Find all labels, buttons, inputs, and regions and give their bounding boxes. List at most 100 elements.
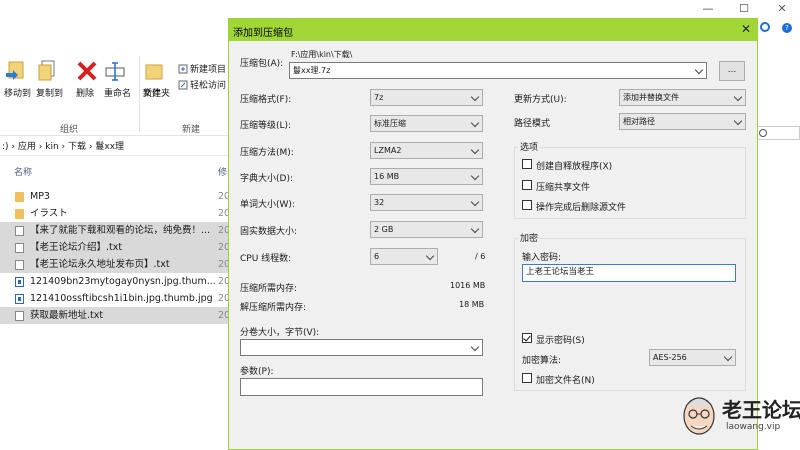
rename-button[interactable]: 重命名 <box>104 60 131 99</box>
list-item[interactable]: 【老王论坛永久地址发布页】.txt 20 <box>0 256 230 273</box>
memory-compress-value: 1016 MB <box>450 281 486 290</box>
file-name: 121410ossftibcsh1i1bin.jpg.thumb.jpg <box>30 293 213 304</box>
column-header-row: 名称 修 <box>0 165 230 181</box>
search-icon <box>759 129 767 137</box>
method-label: 压缩方法(M): <box>240 148 294 158</box>
archive-label: 压缩包(A): <box>240 59 284 69</box>
easy-access-button[interactable]: 轻松访问 <box>178 78 226 91</box>
image-icon <box>15 277 24 287</box>
watermark-url: laowang.vip <box>726 422 781 432</box>
chevron-down-icon[interactable] <box>694 65 704 75</box>
txt-icon <box>15 311 24 321</box>
breadcrumb-item-downloads[interactable]: 下载 <box>68 142 86 152</box>
parameters-input[interactable] <box>240 378 483 396</box>
shared-files-label: 压缩共享文件 <box>536 183 591 193</box>
word-size-select[interactable]: 32 <box>370 194 483 211</box>
chevron-down-icon <box>733 116 743 126</box>
dictionary-size-select[interactable]: 16 MB <box>370 168 483 185</box>
explorer-ribbon: 移动到 复制到 删除 重命名 新建 文件夹 新建项目 轻松访问 组织 新建 <box>0 36 230 136</box>
chevron-down-icon <box>470 224 480 234</box>
close-icon[interactable]: ✕ <box>774 2 790 16</box>
breadcrumb[interactable]: :) › 应用 › kin › 下载 › 鬘xx理 <box>0 138 230 156</box>
chevron-down-icon <box>470 197 480 207</box>
password-label: 输入密码: <box>522 253 562 263</box>
memory-decompress-value: 18 MB <box>459 300 485 309</box>
chevron-down-icon <box>723 352 733 362</box>
memory-compress-label: 压缩所需内存: <box>240 284 298 294</box>
archive-name-combo[interactable]: 鬘xx理.7z <box>289 62 707 79</box>
show-password-checkbox[interactable] <box>522 333 532 343</box>
list-item[interactable]: 【来了就能下载和观看的论坛，纯免费！... 20 <box>0 222 230 239</box>
folder-icon <box>15 209 24 219</box>
new-group-label: 新建 <box>182 125 201 135</box>
list-item[interactable]: MP3 20 <box>0 188 230 205</box>
breadcrumb-item-kin[interactable]: kin <box>45 142 58 152</box>
dictionary-size-label: 字典大小(D): <box>240 174 293 184</box>
ribbon-expand-icon[interactable] <box>760 22 770 32</box>
delete-after-checkbox[interactable] <box>522 200 532 210</box>
breadcrumb-item-current[interactable]: 鬘xx理 <box>95 142 124 152</box>
new-item-icon <box>178 64 188 74</box>
dialog-title-bar[interactable]: 添加到压缩包 ✕ <box>229 19 757 41</box>
encryption-title: 加密 <box>518 231 541 244</box>
new-folder-button[interactable]: 新建 文件夹 <box>143 60 170 99</box>
organize-group-label: 组织 <box>60 125 79 135</box>
new-folder-label-line2: 文件夹 <box>143 89 171 99</box>
file-name: イラスト <box>30 208 68 219</box>
column-header-date[interactable]: 修 <box>218 165 227 181</box>
txt-icon <box>15 260 24 270</box>
update-mode-select[interactable]: 添加并替换文件 <box>619 89 746 106</box>
list-item[interactable]: 【老王论坛介绍】.txt 20 <box>0 239 230 256</box>
list-item[interactable]: 121410ossftibcsh1i1bin.jpg.thumb.jpg 20 <box>0 290 230 307</box>
move-to-icon <box>4 60 26 82</box>
breadcrumb-root[interactable]: :) <box>2 142 9 152</box>
archive-name-value: 鬘xx理.7z <box>293 66 331 75</box>
list-item[interactable]: 121409bn23mytogay0nysn.jpg.thum... 20 <box>0 273 230 290</box>
delete-button[interactable]: 删除 <box>76 60 98 99</box>
chevron-down-icon[interactable] <box>470 342 480 352</box>
help-icon[interactable]: ? <box>782 23 792 33</box>
delete-after-label: 操作完成后删除源文件 <box>536 203 627 213</box>
dictionary-size-value: 16 MB <box>374 172 400 181</box>
encryption-method-select[interactable]: AES-256 <box>649 349 736 366</box>
sfx-checkbox[interactable] <box>522 159 532 169</box>
browse-button[interactable]: ... <box>719 61 745 81</box>
close-icon[interactable]: ✕ <box>741 22 751 36</box>
method-select[interactable]: LZMA2 <box>370 142 483 159</box>
rename-label: 重命名 <box>104 89 132 99</box>
maximize-icon[interactable]: ☐ <box>736 2 752 16</box>
list-item[interactable]: 获取最新地址.txt 20 <box>0 307 230 324</box>
file-name: 121409bn23mytogay0nysn.jpg.thum... <box>30 276 216 287</box>
search-box[interactable] <box>752 126 800 140</box>
column-header-name[interactable]: 名称 <box>14 165 32 181</box>
new-item-button[interactable]: 新建项目 <box>178 62 226 75</box>
copy-to-button[interactable]: 复制到 <box>36 60 63 99</box>
file-name: 【老王论坛介绍】.txt <box>30 242 123 253</box>
breadcrumb-item-apps[interactable]: 应用 <box>18 142 36 152</box>
path-mode-select[interactable]: 相对路径 <box>619 113 746 130</box>
solid-block-select[interactable]: 2 GB <box>370 221 483 238</box>
chevron-down-icon <box>470 145 480 155</box>
new-folder-icon <box>143 60 165 82</box>
path-mode-label: 路径模式 <box>514 119 551 129</box>
move-to-label: 移动到 <box>4 89 32 99</box>
format-label: 压缩格式(F): <box>240 95 292 105</box>
watermark-avatar-icon <box>680 392 718 438</box>
shared-files-checkbox[interactable] <box>522 180 532 190</box>
update-mode-label: 更新方式(U): <box>514 95 567 105</box>
encrypt-filenames-label: 加密文件名(N) <box>536 376 595 386</box>
list-item[interactable]: イラスト 20 <box>0 205 230 222</box>
show-password-label: 显示密码(S) <box>536 336 585 346</box>
move-to-button[interactable]: 移动到 <box>4 60 31 99</box>
minimize-icon[interactable]: — <box>700 2 716 16</box>
format-select[interactable]: 7z <box>370 89 483 106</box>
encrypt-filenames-checkbox[interactable] <box>522 373 532 383</box>
cpu-threads-select[interactable]: 6 <box>370 248 438 265</box>
cpu-threads-max: / 6 <box>475 252 486 261</box>
split-volume-combo[interactable] <box>240 339 483 356</box>
parameters-label: 参数(P): <box>240 367 274 377</box>
chevron-down-icon <box>733 92 743 102</box>
txt-icon <box>15 243 24 253</box>
level-select[interactable]: 标准压缩 <box>370 115 483 132</box>
password-input[interactable]: 上老王论坛当老王 <box>522 264 736 282</box>
